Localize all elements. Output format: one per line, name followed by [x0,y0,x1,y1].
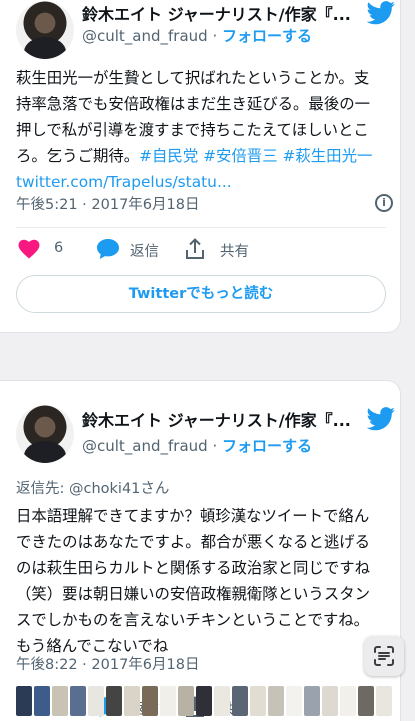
tweet-text-line: 持率急落でも安倍政権はまだ生き延びる。最後の一 [16,95,370,113]
thumbnail[interactable] [88,686,104,716]
avatar[interactable] [16,1,74,59]
thumbnail[interactable] [124,686,140,716]
hashtag-link[interactable]: #萩生田光一 [283,147,373,165]
thumbnail[interactable] [106,686,122,716]
author-name[interactable]: 鈴木エイト ジャーナリスト/作家『... [82,1,351,25]
thumbnail[interactable] [358,686,374,716]
thumbnail[interactable] [196,686,212,716]
timestamp[interactable]: 午後8:22 · 2017年6月18日 [16,653,199,674]
tweet-text: 萩生田光一が生贄として択ばれたということか。支 持率急落でも安倍政権はまだ生き延… [16,65,388,195]
tweet-text-line: （笑）要は朝日嫌いの安倍政権親衛隊というスタン [16,585,370,603]
tweet-text: 日本語理解できてますか？頓珍漢なツイートで絡ん できたのはあなたですよ。都合が悪… [16,503,388,659]
follow-button[interactable]: フォローする [222,27,312,45]
divider [16,227,386,228]
separator: · [212,437,218,455]
thumbnail[interactable] [34,686,50,716]
thumbnail[interactable] [232,686,248,716]
author-handle-row: @cult_and_fraud · フォローする [82,435,312,456]
thumbnail[interactable] [286,686,302,716]
tweet-text-line: スでしかものを言えないチキンということですね。 [16,611,370,629]
tweet-text-line: 日本語理解できてますか？頓珍漢なツイートで絡ん [16,507,370,525]
share-icon[interactable] [184,238,206,260]
timestamp[interactable]: 午後5:21 · 2017年6月18日 [16,193,199,214]
thumbnail[interactable] [142,686,158,716]
thumbnail[interactable] [304,686,320,716]
text-scan-button[interactable] [364,636,404,676]
avatar[interactable] [16,405,74,463]
thumbnail[interactable] [178,686,194,716]
thumbnail[interactable] [376,686,392,716]
thumbnail[interactable] [52,686,68,716]
author-name[interactable]: 鈴木エイト ジャーナリスト/作家『... [82,407,351,431]
author-handle[interactable]: @cult_and_fraud [82,437,208,455]
thumbnail[interactable] [16,686,32,716]
like-count: 6 [54,240,64,256]
text-scan-icon [374,646,394,666]
reply-to-label[interactable]: 返信先: @choki41さん [16,477,169,498]
tweet-text-line: できたのはあなたですよ。都合が悪くなると逃げる [16,533,370,551]
tweet-text-fragment: ろ。乞うご期待。 [16,147,140,165]
author-handle[interactable]: @cult_and_fraud [82,27,208,45]
speech-bubble-icon[interactable] [96,238,120,260]
tweet-card: 鈴木エイト ジャーナリスト/作家『... @cult_and_fraud · フ… [0,0,401,333]
hashtag-link[interactable]: #安倍晋三 [203,147,277,165]
thumbnail[interactable] [322,686,338,716]
separator: · [212,27,218,45]
follow-button[interactable]: フォローする [222,437,312,455]
thumbnail[interactable] [250,686,266,716]
twitter-bird-icon[interactable] [366,1,396,25]
thumbnail[interactable] [340,686,356,716]
tweet-text-line: 押しで私が引導を渡すまで持ちこたえてほしいとこ [16,121,369,139]
reply-button[interactable]: 返信 [130,240,159,261]
heart-icon[interactable] [18,239,40,259]
tweet-text-line: 萩生田光一が生贄として択ばれたということか。支 [16,69,370,87]
thumbnail[interactable] [268,686,284,716]
thumbnail[interactable] [214,686,230,716]
info-icon[interactable]: i [375,194,393,212]
thumbnail[interactable] [160,686,176,716]
tweet-text-line: ろ。乞うご期待。#自民党 #安倍晋三 #萩生田光一 [16,143,388,169]
read-more-on-twitter-button[interactable]: Twitterでもっと読む [16,275,386,313]
photo-thumbnail-strip[interactable] [16,686,406,720]
thumbnail[interactable] [70,686,86,716]
hashtag-link[interactable]: #自民党 [139,147,198,165]
tweet-url-link[interactable]: twitter.com/Trapelus/statu... [16,169,388,195]
twitter-bird-icon[interactable] [366,407,396,431]
tweet-card: 鈴木エイト ジャーナリスト/作家『... @cult_and_fraud · フ… [0,380,401,721]
action-bar: 6 返信 共有 [16,237,386,263]
share-button[interactable]: 共有 [220,240,249,261]
author-handle-row: @cult_and_fraud · フォローする [82,25,312,46]
tweet-text-line: のは萩生田らカルトと関係する政治家と同じですね [16,559,370,577]
